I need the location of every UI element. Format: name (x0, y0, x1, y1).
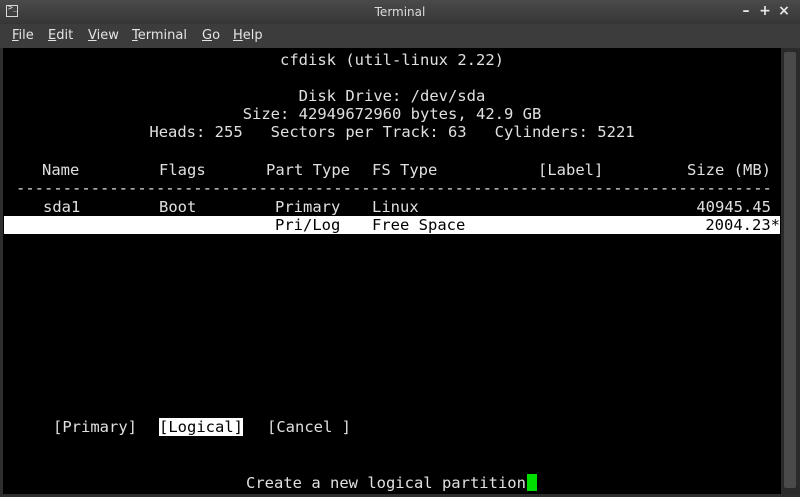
column-header-flags: Flags (159, 161, 206, 179)
cfdisk-title: cfdisk (util-linux 2.22) (280, 51, 504, 69)
column-header-size: Size (MB) (687, 161, 771, 179)
menu-file[interactable]: File (12, 28, 34, 43)
partition-part-type: Pri/Log (275, 216, 341, 234)
vertical-scrollbar[interactable] (781, 48, 800, 494)
partition-fs-type: Linux (372, 198, 419, 216)
disk-geometry-line: Heads: 255 Sectors per Track: 63 Cylinde… (149, 123, 635, 141)
menu-edit[interactable]: Edit (48, 28, 73, 43)
menu-bar: File Edit View Terminal Go Help (0, 24, 800, 48)
column-header-name: Name (42, 161, 80, 179)
menu-help-label: elp (242, 28, 263, 43)
minimize-button[interactable]: – (738, 3, 754, 19)
maximize-button[interactable]: + (757, 3, 773, 19)
cancel-button[interactable]: [Cancel ] (267, 418, 351, 436)
table-separator: ----------------------------------------… (16, 179, 773, 197)
window-title: Terminal (374, 5, 426, 19)
menu-view-mnemonic: V (88, 28, 97, 43)
terminal-cursor (526, 474, 537, 491)
partition-row-selected[interactable]: Pri/Log Free Space 2004.23* (4, 216, 780, 234)
column-header-part-type: Part Type (266, 161, 350, 179)
menu-edit-label: dit (56, 28, 74, 43)
logical-button[interactable]: [Logical] (159, 418, 243, 436)
status-line: Create a new logical partition (246, 474, 537, 492)
menu-help[interactable]: Help (233, 28, 263, 43)
partition-size: 2004.23* (705, 216, 780, 234)
disk-size-line: Size: 42949672960 bytes, 42.9 GB (242, 105, 542, 123)
title-bar[interactable]: >_ Terminal – + × (0, 0, 800, 24)
menu-view-label: iew (96, 28, 119, 43)
menu-go-mnemonic: G (202, 28, 213, 43)
partition-name[interactable]: sda1 (43, 198, 80, 216)
close-button[interactable]: × (776, 3, 792, 19)
column-header-label: [Label] (538, 161, 604, 179)
terminal-screen[interactable]: cfdisk (util-linux 2.22) Disk Drive: /de… (3, 48, 781, 494)
scrollbar-thumb[interactable] (784, 52, 796, 488)
primary-button[interactable]: [Primary] (53, 418, 137, 436)
column-header-fs-type: FS Type (372, 161, 438, 179)
menu-help-mnemonic: H (233, 28, 243, 43)
menu-go[interactable]: Go (202, 28, 220, 43)
menu-view[interactable]: View (88, 28, 119, 43)
disk-drive-line: Disk Drive: /dev/sda (298, 87, 486, 105)
status-text: Create a new logical partition (246, 474, 526, 492)
terminal-window: >_ Terminal – + × File Edit View Termina… (0, 0, 800, 497)
partition-size: 40945.45 (696, 198, 771, 216)
partition-part-type: Primary (275, 198, 341, 216)
menu-edit-mnemonic: E (48, 28, 57, 43)
menu-terminal-label: erminal (137, 28, 187, 43)
menu-go-label: o (212, 28, 221, 43)
partition-fs-type: Free Space (372, 216, 466, 234)
menu-file-label: ile (18, 28, 34, 43)
menu-terminal[interactable]: Terminal (132, 28, 187, 43)
partition-flags: Boot (159, 198, 197, 216)
